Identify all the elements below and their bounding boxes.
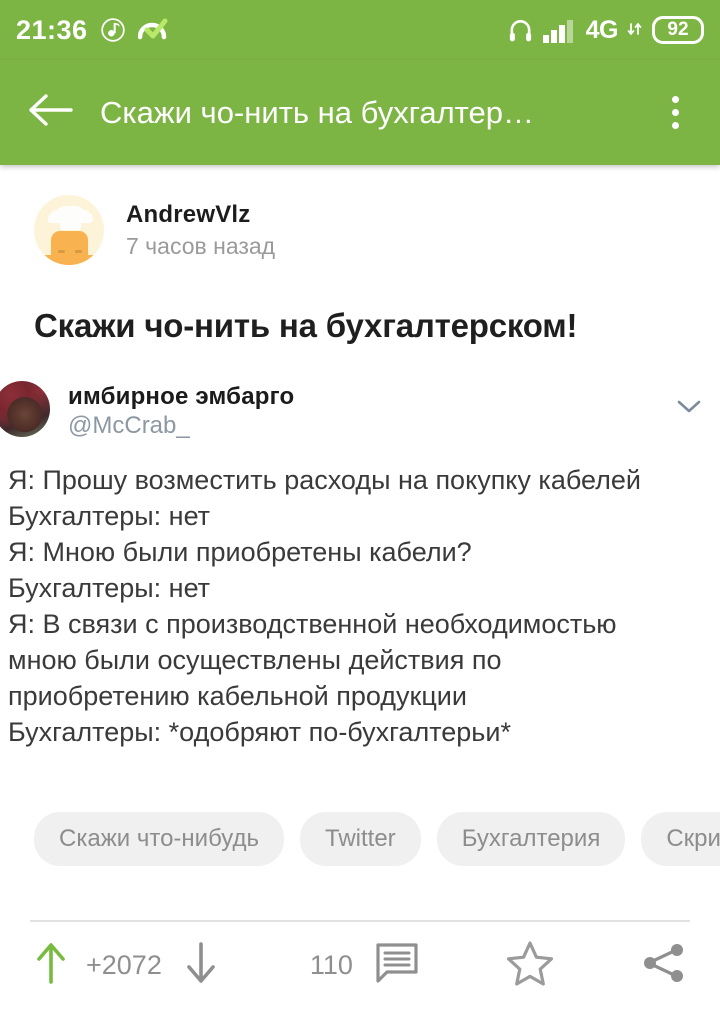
headphones-icon [507,17,534,43]
app-bar: Скажи чо-нить на бухгалтер… [0,60,720,165]
status-bar: 21:36 4G 92 [0,0,720,60]
tweet-line: Бухгалтеры: нет [8,573,211,603]
share-icon [642,942,686,989]
upvote-arrow-icon [34,941,68,990]
signal-bars-icon [542,17,577,43]
network-type-label: 4G [585,15,619,44]
tweet-line: Я: Прошу возместить расходы на покупку к… [8,465,641,495]
author-name[interactable]: AndrewVlz [126,201,275,229]
tweet-author-meta: имбирное эмбарго @McCrab_ [68,381,294,440]
post-content: AndrewVlz 7 часов назад Скажи чо-нить на… [0,165,720,1008]
upvote-button[interactable] [34,941,68,990]
tweet-line: мною были осуществлены действия по [8,645,502,675]
favorite-button[interactable] [506,940,554,991]
avatar-chef-hat [54,206,87,223]
comment-bubble-icon [375,942,419,989]
avatar-arm-left [40,255,56,262]
share-button[interactable] [642,942,686,989]
tag-chip[interactable]: Скажи что-нибудь [34,812,284,866]
avatar[interactable] [34,195,104,265]
data-transfer-icon [627,20,643,40]
post-author-row[interactable]: AndrewVlz 7 часов назад [0,173,720,265]
comments-count: 110 [309,949,353,980]
overflow-menu-icon-dot2 [671,109,679,116]
tag-chip[interactable]: Скриншот [641,812,720,866]
author-meta: AndrewVlz 7 часов назад [126,201,275,260]
overflow-menu-button[interactable] [652,85,698,141]
tag-chip[interactable]: Бухгалтерия [436,812,626,866]
downvote-button[interactable] [184,941,218,990]
tweet-line: Я: Мною были приобретены кабели? [8,537,472,567]
chevron-down-icon[interactable] [676,399,702,420]
tweet-header: имбирное эмбарго @McCrab_ [0,381,720,440]
tweet-body: Я: Прошу возместить расходы на покупку к… [0,440,720,750]
tweet-line: приобретению кабельной продукции [8,681,467,711]
downvote-arrow-icon [184,941,218,990]
tag-list: Скажи что-нибудь Twitter Бухгалтерия Скр… [0,750,720,866]
post-timestamp: 7 часов назад [126,232,276,259]
status-bar-right: 4G 92 [507,16,704,45]
tweet-line: Бухгалтеры: нет [8,501,211,531]
tweet-line: Я: В связи с производственной необходимо… [8,609,617,639]
twitter-profile-avatar[interactable] [0,381,50,437]
embedded-tweet: имбирное эмбарго @McCrab_ Я: Прошу возме… [0,345,720,750]
battery-indicator: 92 [652,16,704,44]
speedometer-check-icon [137,17,168,43]
avatar-arm-right [82,255,98,262]
page-title: Скажи чо-нить на бухгалтерском! [34,307,578,344]
tweet-display-name: имбирное эмбарго [68,383,295,410]
avatar-eye-left [58,250,65,253]
overflow-menu-icon-dot3 [671,122,679,129]
back-button[interactable] [22,85,78,141]
tweet-line: Бухгалтеры: *одобряют по-бухгалтерьи* [8,717,511,747]
post-rating: +2072 [86,949,162,980]
avatar-eye-right [75,250,82,253]
post-action-bar: +2072 110 [0,922,720,1008]
tag-chip[interactable]: Twitter [300,812,421,866]
status-bar-clock: 21:36 [16,14,88,45]
back-arrow-icon [27,91,73,134]
star-outline-icon [506,940,554,991]
app-bar-title: Скажи чо-нить на бухгалтер… [100,94,534,130]
comments-button[interactable] [375,942,419,989]
overflow-menu-icon [671,96,679,103]
tweet-handle: @McCrab_ [68,412,190,439]
music-note-icon [100,17,126,43]
status-bar-left: 21:36 [16,14,168,45]
